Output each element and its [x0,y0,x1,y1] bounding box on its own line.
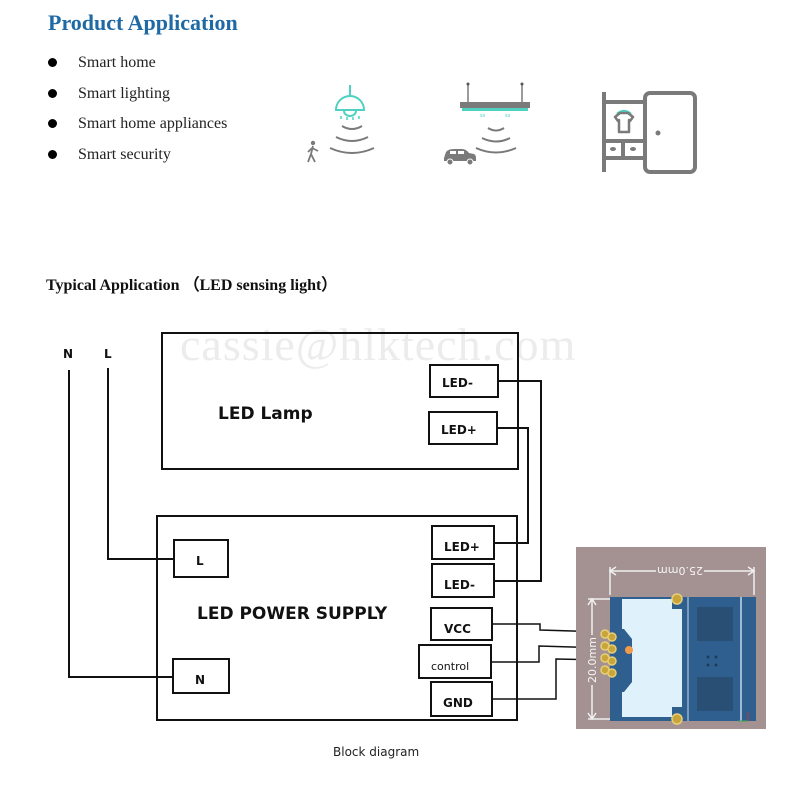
psu-output-label: VCC [444,622,471,636]
mount-pad [671,713,683,725]
led-lamp-box [161,332,519,470]
psu-input-label: N [195,673,205,687]
wire-led-plus [494,427,529,544]
radar-module-pcb: 25.0mm 20.0mm [576,547,766,729]
mains-label-l: L [104,347,112,361]
power-supply-label: LED POWER SUPPLY [197,604,388,624]
width-label: 25.0mm [657,564,703,577]
status-led-icon [625,646,633,654]
mains-label-n: N [63,347,73,361]
lamp-terminal-label: LED+ [441,423,477,437]
wire-neutral [68,370,174,678]
diagram-caption: Block diagram [333,745,420,759]
led-lamp-label: LED Lamp [218,404,313,424]
height-label: 20.0mm [586,637,599,683]
psu-output-label: GND [443,696,473,710]
mount-pad [671,593,683,605]
psu-output-label: LED+ [444,540,480,554]
lamp-terminal-label: LED- [442,376,473,390]
psu-output-label: control [431,660,469,673]
psu-output-label: LED- [444,578,475,592]
wire-live [107,368,174,560]
psu-input-label: L [196,554,204,568]
